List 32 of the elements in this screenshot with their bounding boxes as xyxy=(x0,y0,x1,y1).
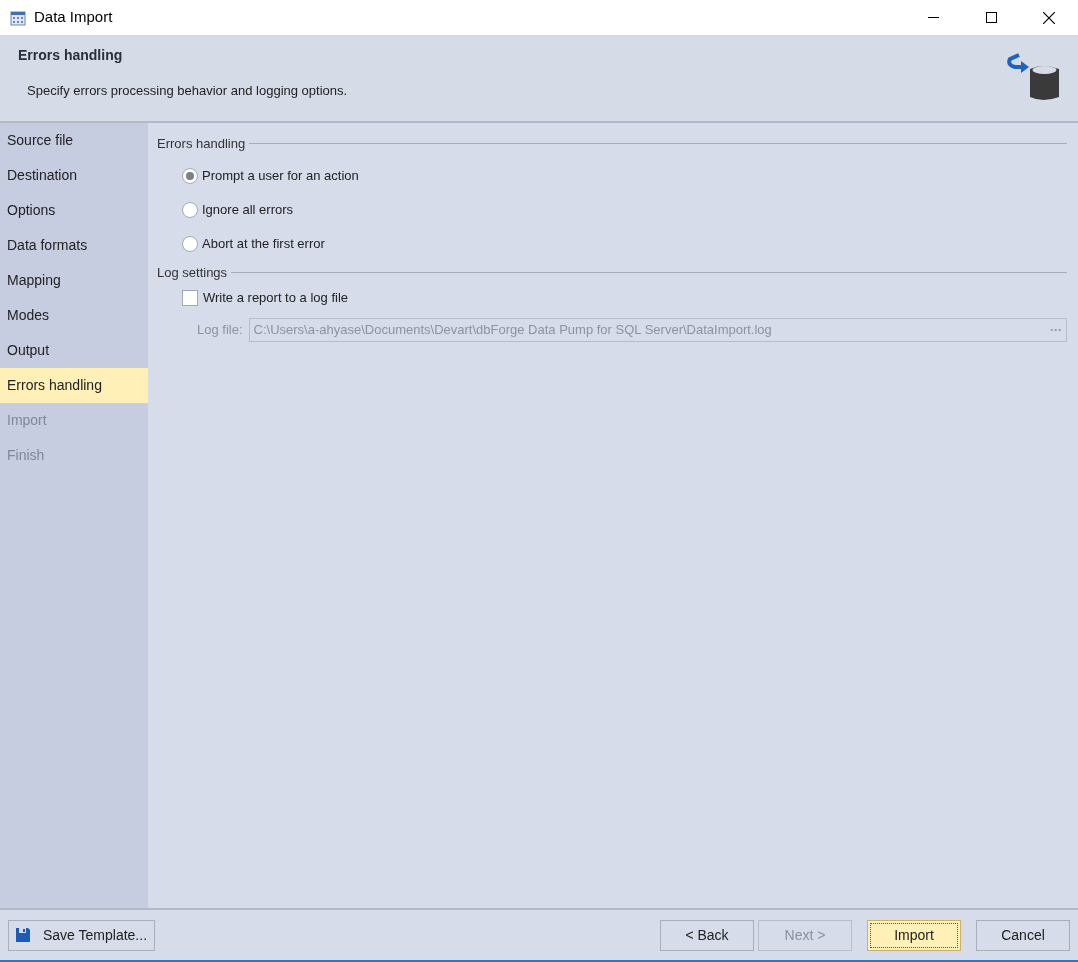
log-file-label: Log file: xyxy=(197,321,243,340)
section-title: Errors handling xyxy=(157,135,246,153)
radio-button[interactable] xyxy=(182,235,198,252)
radio-button[interactable] xyxy=(182,201,198,218)
minimize-icon xyxy=(927,17,939,18)
radio-button[interactable] xyxy=(182,167,198,184)
close-icon xyxy=(1043,11,1055,24)
sidebar-item[interactable]: Mapping xyxy=(0,263,148,298)
window-title: Data Import xyxy=(34,7,113,28)
radio-label: Abort at the first error xyxy=(202,234,325,253)
database-arrow-icon xyxy=(1005,51,1061,103)
wizard-button[interactable]: Import xyxy=(867,919,961,951)
sidebar-item[interactable]: Modes xyxy=(0,298,148,333)
sidebar-item[interactable]: Destination xyxy=(0,158,148,193)
sidebar-item[interactable]: Data formats xyxy=(0,228,148,263)
save-icon xyxy=(15,927,31,943)
calendar-icon xyxy=(10,9,26,26)
wizard-button[interactable]: Cancel xyxy=(976,919,1070,951)
section-title: Log settings xyxy=(157,263,228,282)
save-template-button[interactable]: Save Template... xyxy=(8,919,155,951)
radio-label: Ignore all errors xyxy=(202,200,294,219)
header-description: Specify errors processing behavior and logging options. xyxy=(27,82,348,100)
checkbox-label: Write a report to a log file xyxy=(203,288,348,307)
sidebar-item[interactable]: Output xyxy=(0,333,148,368)
radio-label: Prompt a user for an action xyxy=(202,166,359,185)
header-title: Errors handling xyxy=(18,46,124,65)
sidebar-item[interactable]: Errors handling xyxy=(0,368,148,403)
wizard-button[interactable]: < Back xyxy=(660,919,754,951)
maximize-icon xyxy=(985,12,997,23)
sidebar-item[interactable]: Options xyxy=(0,193,148,228)
sidebar-item[interactable]: Source file xyxy=(0,123,148,158)
checkbox[interactable] xyxy=(182,289,198,306)
